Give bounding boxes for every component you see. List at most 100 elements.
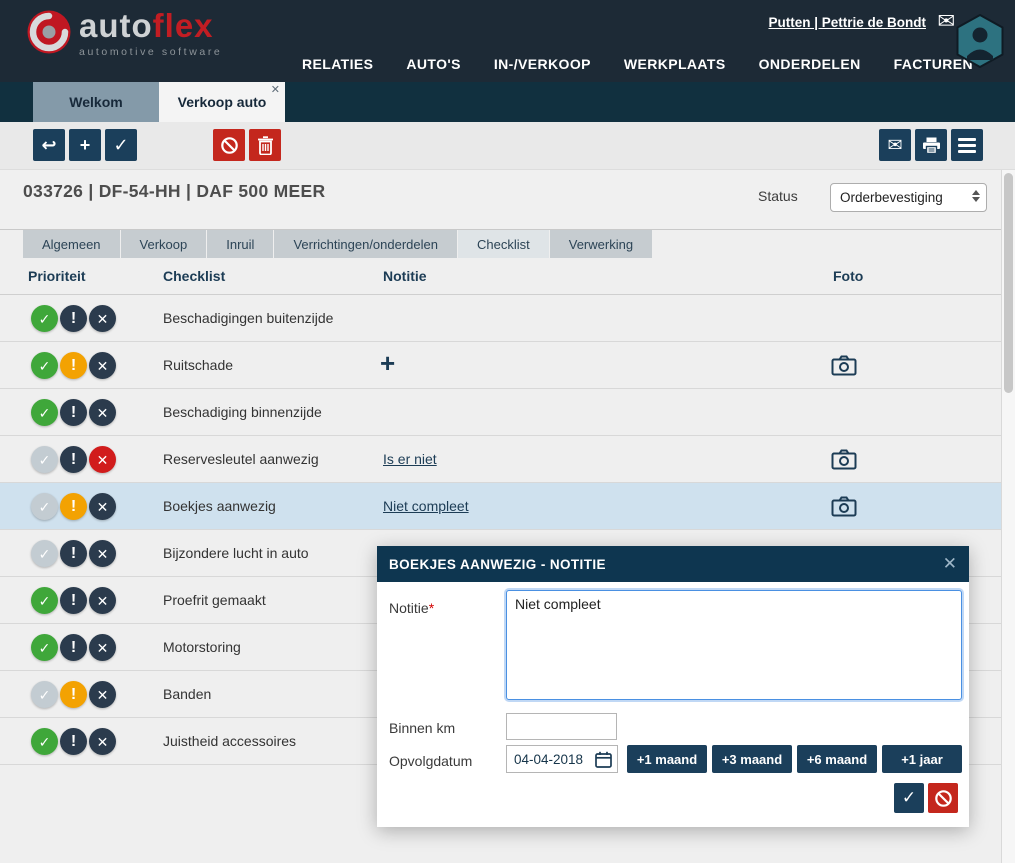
warning-toggle-icon[interactable]: ! (60, 493, 87, 520)
close-tab-icon[interactable]: ✕ (271, 83, 280, 96)
check-toggle-icon[interactable]: ✓ (31, 493, 58, 520)
check-toggle-icon[interactable]: ✓ (31, 352, 58, 379)
check-glyph: ✓ (39, 688, 51, 702)
binnen-km-input[interactable] (506, 713, 617, 740)
dialog-cancel-button[interactable] (928, 783, 958, 813)
column-checklist: Checklist (163, 268, 225, 284)
scrollbar-thumb[interactable] (1004, 173, 1013, 393)
logo-swirl-icon (26, 9, 72, 55)
tab-verkoop-auto[interactable]: Verkoop auto ✕ (159, 82, 285, 122)
email-button[interactable]: ✉ (879, 129, 911, 161)
checklist-item-label: Proefrit gemaakt (163, 577, 266, 624)
warning-toggle-icon[interactable]: ! (60, 587, 87, 614)
cross-toggle-icon[interactable]: ✕ (89, 493, 116, 520)
table-header: Prioriteit Checklist Notitie Foto (0, 258, 1001, 295)
note-link[interactable]: Is er niet (383, 451, 437, 467)
warning-toggle-icon[interactable]: ! (60, 352, 87, 379)
dialog-close-icon[interactable]: ✕ (943, 554, 957, 574)
cross-toggle-icon[interactable]: ✕ (89, 681, 116, 708)
check-toggle-icon[interactable]: ✓ (31, 728, 58, 755)
dialog-confirm-button[interactable]: ✓ (894, 783, 924, 813)
check-toggle-icon[interactable]: ✓ (31, 634, 58, 661)
column-foto: Foto (833, 268, 863, 284)
vertical-scrollbar[interactable] (1001, 170, 1015, 863)
messages-envelope-icon[interactable]: ✉ (937, 9, 955, 34)
current-user-link[interactable]: Putten | Pettrie de Bondt (768, 15, 926, 30)
trash-icon (257, 136, 274, 155)
cross-toggle-icon[interactable]: ✕ (89, 634, 116, 661)
save-button[interactable]: ✓ (105, 129, 137, 161)
cross-toggle-icon[interactable]: ✕ (89, 352, 116, 379)
calendar-icon[interactable] (595, 751, 612, 768)
date-shortcut-buttons: +1 maand +3 maand +6 maand +1 jaar (627, 745, 962, 773)
notitie-textarea[interactable]: Niet compleet (506, 590, 962, 700)
warning-toggle-icon[interactable]: ! (60, 634, 87, 661)
note-link[interactable]: Niet compleet (383, 498, 469, 514)
priority-toggle-group: ✓ ! ✕ (31, 305, 116, 332)
plus-1-month-button[interactable]: +1 maand (627, 745, 707, 773)
nav-relaties[interactable]: RELATIES (302, 56, 373, 72)
warning-toggle-icon[interactable]: ! (60, 399, 87, 426)
warning-toggle-icon[interactable]: ! (60, 540, 87, 567)
warning-toggle-icon[interactable]: ! (60, 446, 87, 473)
check-glyph: ✓ (39, 594, 51, 608)
table-row: ✓ ! ✕ Beschadiging binnenzijde + (0, 389, 1001, 436)
nav-onderdelen[interactable]: ONDERDELEN (759, 56, 861, 72)
add-button[interactable]: + (69, 129, 101, 161)
nav-in-verkoop[interactable]: IN-/VERKOOP (494, 56, 591, 72)
cross-toggle-icon[interactable]: ✕ (89, 446, 116, 473)
cross-toggle-icon[interactable]: ✕ (89, 399, 116, 426)
check-toggle-icon[interactable]: ✓ (31, 587, 58, 614)
note-dialog: BOEKJES AANWEZIG - NOTITIE ✕ Notitie* Ni… (377, 546, 969, 827)
tab-algemeen[interactable]: Algemeen (23, 230, 120, 258)
plus-3-months-button[interactable]: +3 maand (712, 745, 792, 773)
plus-1-year-button[interactable]: +1 jaar (882, 745, 962, 773)
camera-icon[interactable] (831, 496, 857, 522)
tab-verwerking[interactable]: Verwerking (550, 230, 652, 258)
tab-checklist[interactable]: Checklist (458, 230, 549, 258)
check-toggle-icon[interactable]: ✓ (31, 399, 58, 426)
tab-verrichtingen-onderdelen[interactable]: Verrichtingen/onderdelen (274, 230, 457, 258)
check-toggle-icon[interactable]: ✓ (31, 446, 58, 473)
menu-button[interactable] (951, 129, 983, 161)
check-icon: ✓ (902, 788, 916, 808)
add-note-icon[interactable]: + (380, 348, 395, 379)
cancel-button[interactable] (213, 129, 245, 161)
back-button[interactable]: ↩ (33, 129, 65, 161)
priority-toggle-group: ✓ ! ✕ (31, 493, 116, 520)
warning-toggle-icon[interactable]: ! (60, 681, 87, 708)
app-header: autoflex automotive software Putten | Pe… (0, 0, 1015, 82)
checklist-item-label: Juistheid accessoires (163, 718, 296, 765)
check-toggle-icon[interactable]: ✓ (31, 540, 58, 567)
warning-toggle-icon[interactable]: ! (60, 305, 87, 332)
camera-icon[interactable] (831, 449, 857, 475)
cross-toggle-icon[interactable]: ✕ (89, 305, 116, 332)
check-glyph: ✓ (39, 500, 51, 514)
user-avatar[interactable] (955, 14, 1005, 73)
cross-toggle-icon[interactable]: ✕ (89, 587, 116, 614)
checklist-item-label: Beschadiging binnenzijde (163, 389, 322, 436)
nav-werkplaats[interactable]: WERKPLAATS (624, 56, 726, 72)
cross-toggle-icon[interactable]: ✕ (89, 728, 116, 755)
cross-toggle-icon[interactable]: ✕ (89, 540, 116, 567)
exclamation-glyph: ! (71, 640, 76, 656)
nav-autos[interactable]: AUTO'S (406, 56, 460, 72)
app-window: autoflex automotive software Putten | Pe… (0, 0, 1015, 863)
tab-inruil[interactable]: Inruil (207, 230, 273, 258)
exclamation-glyph: ! (71, 546, 76, 562)
tab-welkom[interactable]: Welkom (33, 82, 159, 122)
opvolgdatum-value: 04-04-2018 (514, 752, 583, 767)
camera-icon[interactable] (831, 355, 857, 381)
status-label: Status (758, 188, 798, 204)
notitie-label-text: Notitie (389, 600, 429, 616)
delete-button[interactable] (249, 129, 281, 161)
tab-verkoop[interactable]: Verkoop (121, 230, 207, 258)
warning-toggle-icon[interactable]: ! (60, 728, 87, 755)
check-toggle-icon[interactable]: ✓ (31, 681, 58, 708)
opvolgdatum-input[interactable]: 04-04-2018 (506, 745, 618, 773)
hamburger-icon (958, 138, 976, 153)
status-select[interactable]: Orderbevestiging (830, 183, 987, 212)
plus-6-months-button[interactable]: +6 maand (797, 745, 877, 773)
print-button[interactable] (915, 129, 947, 161)
check-toggle-icon[interactable]: ✓ (31, 305, 58, 332)
